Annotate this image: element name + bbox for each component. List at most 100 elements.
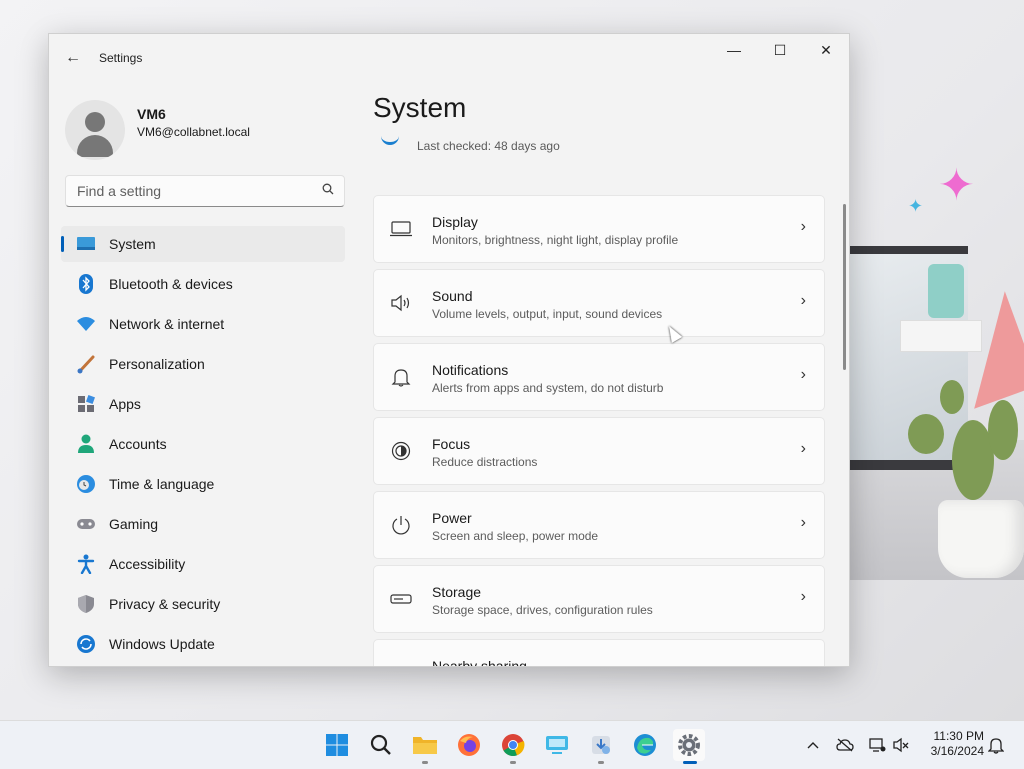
- sidebar-item-label: Personalization: [109, 356, 205, 372]
- gear-icon: [678, 734, 700, 756]
- card-title: Notifications: [432, 362, 509, 378]
- clock-date: 3/16/2024: [930, 744, 984, 758]
- person-icon: [85, 112, 105, 132]
- volume-button[interactable]: [891, 735, 911, 755]
- sidebar-item-apps[interactable]: Apps: [61, 386, 345, 422]
- card-title: Storage: [432, 584, 482, 600]
- file-explorer-button[interactable]: [409, 729, 441, 764]
- clock-time: 11:30 PM: [933, 729, 984, 743]
- edge-button[interactable]: [629, 729, 661, 761]
- settings-window: ← Settings — ☐ ✕ VM6 VM6@collabnet.local: [48, 33, 850, 667]
- apps-icon: [76, 394, 96, 414]
- back-button[interactable]: ←: [61, 46, 85, 70]
- update-status-text: Last checked: 48 days ago: [417, 139, 560, 153]
- sidebar-item-privacy-security[interactable]: Privacy & security: [61, 586, 345, 622]
- card-display[interactable]: Display Monitors, brightness, night ligh…: [373, 195, 825, 263]
- card-nearby-sharing[interactable]: Nearby sharing ›: [373, 639, 825, 667]
- card-subtitle: Storage space, drives, configuration rul…: [432, 603, 653, 617]
- search-icon[interactable]: [322, 183, 334, 198]
- network-status-button[interactable]: [867, 735, 887, 755]
- sidebar-item-label: Accounts: [109, 436, 167, 452]
- user-email: VM6@collabnet.local: [137, 125, 250, 139]
- sidebar-item-time-language[interactable]: Time & language: [61, 466, 345, 502]
- sidebar-item-accounts[interactable]: Accounts: [61, 426, 345, 462]
- card-subtitle: Screen and sleep, power mode: [432, 529, 599, 543]
- card-title: Sound: [432, 288, 473, 304]
- sidebar-item-system[interactable]: System: [61, 226, 345, 262]
- search-button[interactable]: [365, 729, 397, 761]
- maximize-icon: ☐: [773, 41, 787, 58]
- chevron-right-icon: ›: [800, 218, 806, 235]
- sidebar-item-network-internet[interactable]: Network & internet: [61, 306, 345, 342]
- onedrive-button[interactable]: [835, 735, 855, 755]
- storage-icon: [390, 588, 412, 610]
- chevron-up-icon: [807, 742, 819, 749]
- search-input[interactable]: [75, 182, 319, 200]
- windows-update-icon: [76, 634, 96, 654]
- sidebar-item-accessibility[interactable]: Accessibility: [61, 546, 345, 582]
- close-button[interactable]: ✕: [803, 34, 849, 66]
- brush-icon: [76, 354, 96, 374]
- sidebar-item-label: Network & internet: [109, 316, 225, 332]
- card-power[interactable]: Power Screen and sleep, power mode ›: [373, 491, 825, 559]
- avatar[interactable]: [65, 100, 125, 160]
- app-installer-button[interactable]: [585, 729, 617, 764]
- settings-button[interactable]: [673, 729, 705, 764]
- chevron-right-icon: ›: [800, 588, 806, 605]
- scrollbar[interactable]: [843, 204, 846, 370]
- windows-logo-icon: [326, 734, 348, 756]
- sparkle-icon: ✦: [908, 196, 924, 216]
- share-icon: [390, 662, 412, 666]
- sidebar-item-label: Windows Update: [109, 636, 215, 652]
- firefox-button[interactable]: [453, 729, 485, 761]
- search-icon: [370, 734, 391, 755]
- remote-desktop-button[interactable]: [541, 729, 573, 761]
- card-subtitle: Alerts from apps and system, do not dist…: [432, 381, 664, 395]
- update-status-icon: [381, 132, 399, 145]
- card-title: Nearby sharing: [432, 658, 527, 667]
- taskbar: 11:30 PM 3/16/2024: [0, 720, 1024, 769]
- card-focus[interactable]: Focus Reduce distractions ›: [373, 417, 825, 485]
- accounts-icon: [76, 434, 96, 454]
- sidebar-item-label: Privacy & security: [109, 596, 221, 612]
- chrome-icon: [502, 734, 525, 756]
- card-title: Focus: [432, 436, 471, 452]
- bluetooth-icon: [76, 274, 96, 294]
- display-icon: [390, 218, 412, 240]
- sidebar-item-label: Bluetooth & devices: [109, 276, 233, 292]
- notification-center-button[interactable]: [986, 735, 1006, 755]
- sidebar-item-label: System: [109, 236, 156, 252]
- chevron-right-icon: ›: [800, 514, 806, 531]
- clock[interactable]: 11:30 PM 3/16/2024: [918, 729, 984, 759]
- title-bar[interactable]: ← Settings — ☐ ✕: [49, 34, 849, 82]
- sidebar-item-label: Time & language: [109, 476, 215, 492]
- sidebar-item-personalization[interactable]: Personalization: [61, 346, 345, 382]
- wallpaper-plant-pot: [938, 500, 1024, 578]
- chrome-button[interactable]: [497, 729, 529, 764]
- focus-icon: [390, 440, 412, 462]
- time-language-icon: [76, 474, 96, 494]
- sidebar-item-label: Gaming: [109, 516, 159, 532]
- minimize-button[interactable]: —: [711, 34, 757, 66]
- card-notifications[interactable]: Notifications Alerts from apps and syste…: [373, 343, 825, 411]
- start-button[interactable]: [321, 729, 353, 761]
- settings-card-list: Display Monitors, brightness, night ligh…: [373, 195, 825, 667]
- sidebar-item-gaming[interactable]: Gaming: [61, 506, 345, 542]
- maximize-button[interactable]: ☐: [757, 34, 803, 66]
- card-title: Power: [432, 510, 472, 526]
- sidebar-item-label: Accessibility: [109, 556, 186, 572]
- find-setting-search[interactable]: [65, 175, 345, 207]
- card-sound[interactable]: Sound Volume levels, output, input, soun…: [373, 269, 825, 337]
- card-storage[interactable]: Storage Storage space, drives, configura…: [373, 565, 825, 633]
- sparkle-icon: ✦: [938, 161, 975, 210]
- page-title: System: [373, 92, 467, 123]
- sidebar-item-bluetooth-devices[interactable]: Bluetooth & devices: [61, 266, 345, 302]
- network-icon: [869, 738, 886, 752]
- card-subtitle: Volume levels, output, input, sound devi…: [432, 307, 663, 321]
- user-name: VM6: [137, 106, 166, 122]
- remote-desktop-icon: [546, 736, 568, 754]
- show-hidden-icons-button[interactable]: [803, 735, 823, 755]
- speaker-icon: [390, 292, 412, 314]
- sidebar-item-windows-update[interactable]: Windows Update: [61, 626, 345, 662]
- card-subtitle: Reduce distractions: [432, 455, 538, 469]
